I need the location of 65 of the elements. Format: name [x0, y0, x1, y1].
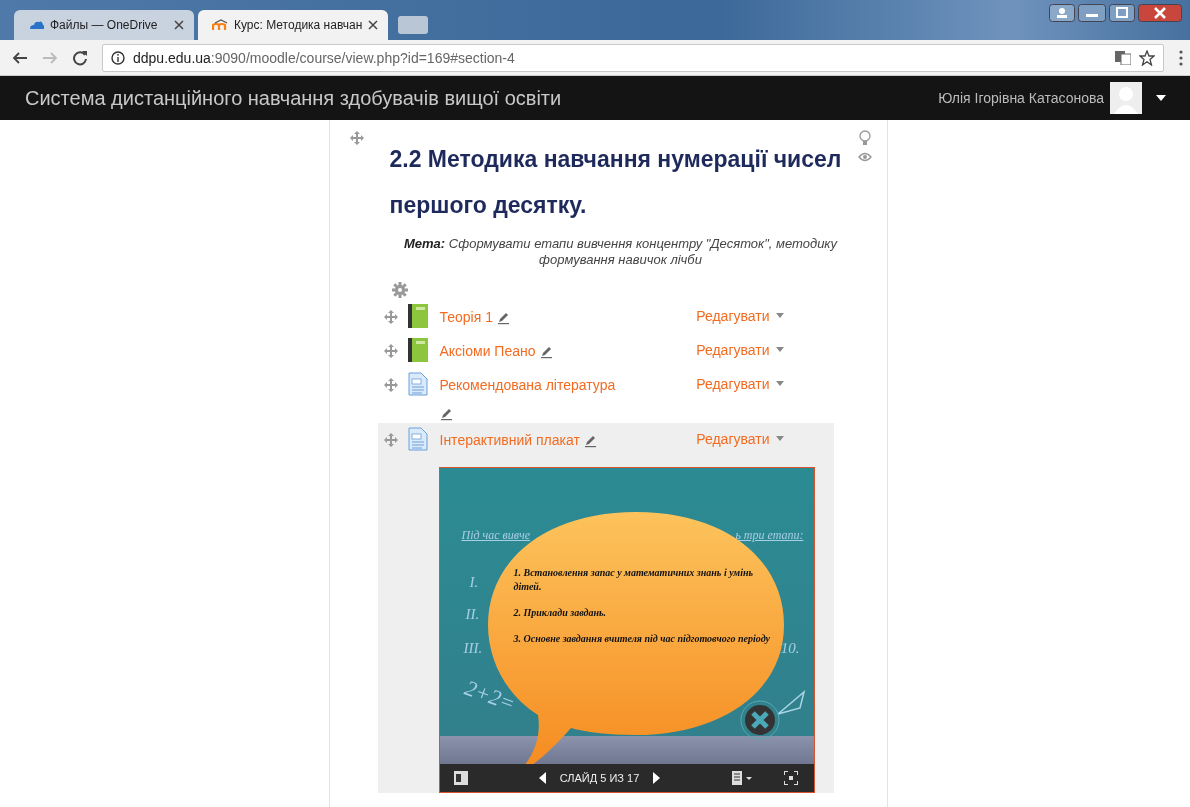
document-icon: [407, 427, 428, 451]
edit-menu-link[interactable]: Редагувати: [696, 376, 784, 392]
info-icon: [111, 50, 125, 65]
section-summary: Мета: Сформувати етапи вивчення концентру "Десяток", методику формування навичок лічби: [403, 236, 839, 268]
pencil-icon[interactable]: [583, 434, 597, 448]
chalk-text: 2+2=: [460, 674, 519, 718]
move-icon[interactable]: [383, 344, 398, 358]
fullscreen-icon[interactable]: [783, 771, 798, 785]
close-icon[interactable]: [174, 20, 184, 30]
eye-icon[interactable]: [857, 152, 872, 162]
pencil-icon[interactable]: [497, 311, 510, 325]
maximize-icon[interactable]: [1109, 4, 1135, 22]
tab-title: Файлы — OneDrive: [50, 18, 159, 32]
move-icon[interactable]: [383, 378, 398, 392]
browser-tab[interactable]: Файлы — OneDrive: [14, 10, 194, 40]
menu-icon[interactable]: [1178, 49, 1184, 66]
caret-icon[interactable]: [1156, 95, 1166, 101]
roman-numeral: II.: [465, 606, 480, 623]
bubble-text: 2. Приклади завдань.: [513, 606, 608, 620]
address-field[interactable]: ddpu.edu.ua:9090/moodle/course/view.php?id=169#section-4: [102, 43, 1164, 72]
back-arrow-icon[interactable]: [12, 50, 28, 65]
roman-numeral: III.: [463, 640, 483, 657]
move-icon[interactable]: [349, 131, 364, 145]
activity-link[interactable]: Теорія 1: [439, 309, 493, 325]
star-icon[interactable]: [1139, 49, 1155, 66]
close-icon[interactable]: [1138, 4, 1182, 22]
book-icon: [407, 304, 428, 328]
document-icon[interactable]: [453, 771, 468, 785]
book-icon: [407, 338, 428, 362]
browser-tab[interactable]: Курс: Методика навчан: [198, 10, 389, 40]
next-icon[interactable]: [653, 772, 661, 784]
user-name-link[interactable]: Юлія Ігорівна Катасонова: [938, 90, 1104, 106]
previous-icon[interactable]: [538, 772, 546, 784]
activity-link[interactable]: Рекомендована література: [439, 377, 616, 393]
pencil-icon[interactable]: [539, 345, 553, 359]
edit-menu-link[interactable]: Редагувати: [696, 308, 784, 324]
tab-title: Курс: Методика навчан: [234, 18, 363, 32]
edit-menu-link[interactable]: Редагувати: [696, 342, 784, 358]
bubble-text: 1. Встановлення запас у математичних знань і умінь дітей.: [513, 566, 755, 594]
minimize-icon[interactable]: [1078, 4, 1106, 22]
close-circle-icon[interactable]: [739, 700, 780, 740]
gear-icon[interactable]: [391, 282, 408, 298]
slide-number-text: 10.: [780, 640, 800, 657]
slide-heading-text: Під час вивче: [461, 528, 531, 543]
site-name-link[interactable]: Система дистанційного навчання здобувачів вищої освіти: [25, 86, 562, 110]
notes-icon[interactable]: [731, 771, 752, 785]
url-text: ddpu.edu.ua:9090/moodle/course/view.php?id=169#section-4: [133, 49, 515, 66]
reload-icon[interactable]: [72, 49, 88, 66]
bubble-text: 3. Основне завдання вчителя під час підготовчого періоду: [513, 632, 771, 646]
new-tab-button[interactable]: [398, 16, 429, 34]
activity-link[interactable]: Аксіоми Пеано: [439, 343, 536, 359]
lightbulb-icon[interactable]: [858, 130, 871, 146]
activity-link[interactable]: Інтерактивний плакат: [439, 432, 580, 448]
translate-icon[interactable]: [1115, 50, 1131, 65]
section-title: 2.2 Методика навчання нумерації чисел першого десятку.: [388, 145, 843, 220]
hat-icon: [212, 18, 228, 32]
pencil-icon[interactable]: [439, 407, 453, 421]
close-icon[interactable]: [368, 20, 379, 30]
edit-menu-link[interactable]: Редагувати: [696, 431, 784, 447]
user-icon[interactable]: [1049, 4, 1075, 22]
slide-heading-text: ь три етапи:: [735, 528, 804, 543]
move-icon[interactable]: [383, 310, 398, 324]
roman-numeral: I.: [469, 574, 479, 591]
slide-counter: СЛАЙД 5 ИЗ 17: [559, 772, 640, 784]
cloud-icon: [28, 18, 44, 32]
